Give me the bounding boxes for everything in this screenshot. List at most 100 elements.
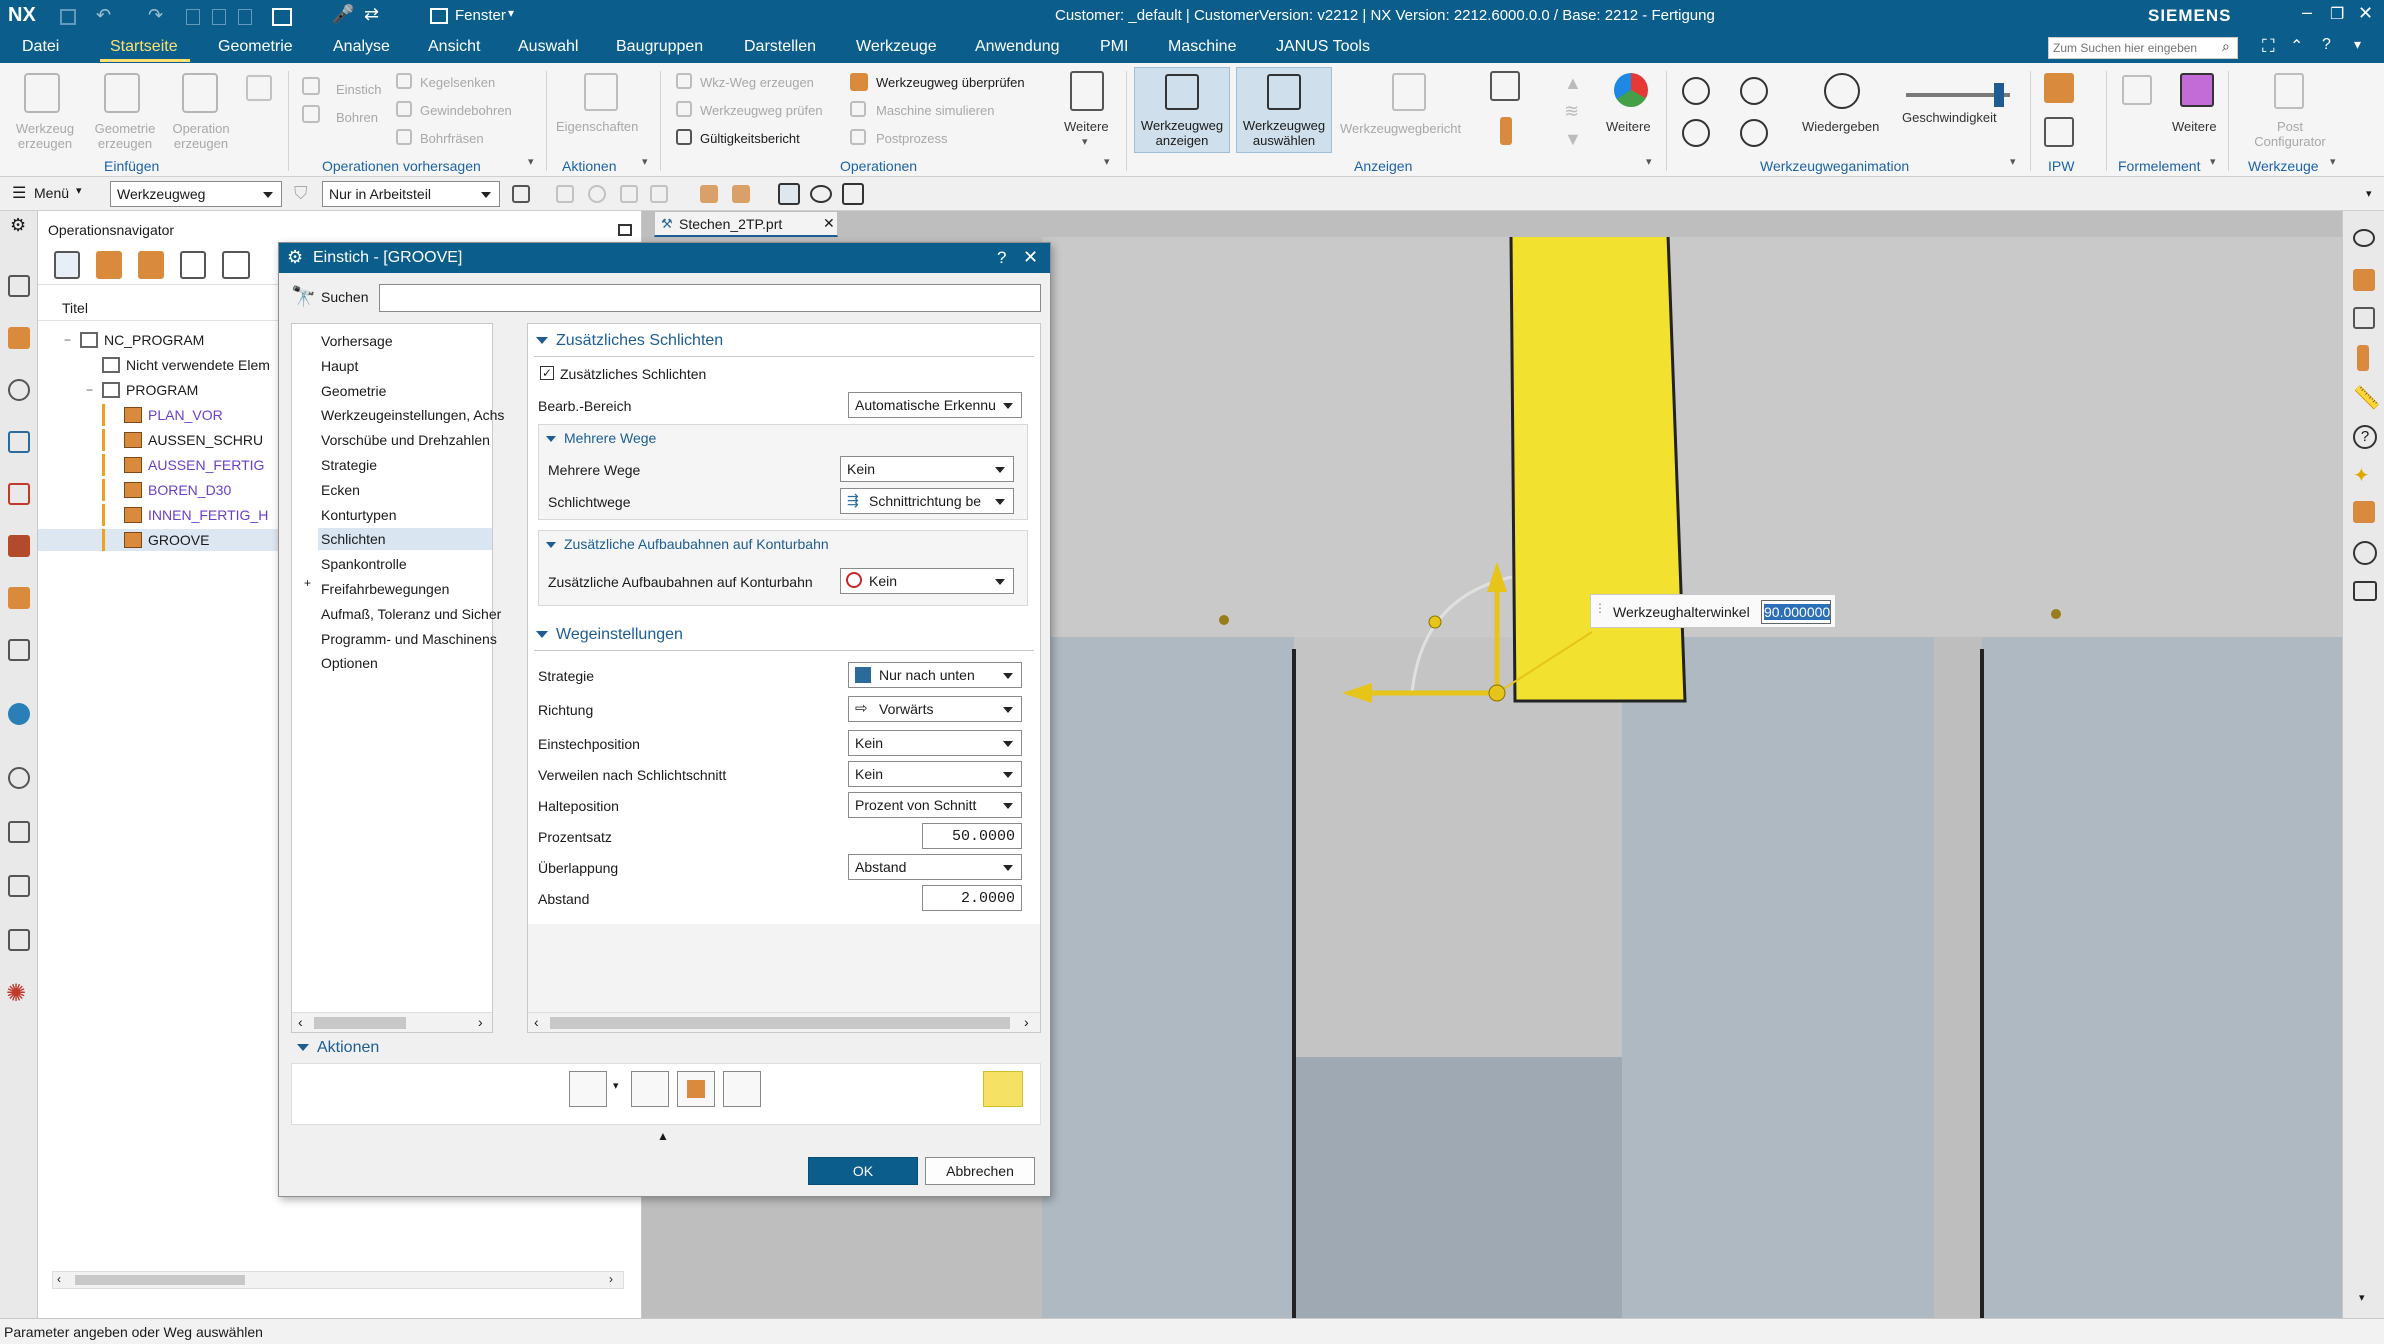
group-expand-chevron-icon[interactable]: ▾: [2210, 155, 2216, 168]
group-expand-chevron-icon[interactable]: ▾: [642, 155, 648, 168]
jump-forward-icon[interactable]: [1740, 119, 1768, 147]
minimize-icon[interactable]: –: [2302, 2, 2312, 23]
gueltigkeitsbericht-button[interactable]: Gültigkeitsbericht: [700, 131, 800, 146]
weitere-button-1[interactable]: Weitere: [1064, 119, 1109, 134]
link-icon[interactable]: ⇄: [364, 4, 379, 25]
weitere-chevron-icon[interactable]: ▾: [1082, 135, 1088, 148]
paste-icon[interactable]: [212, 9, 226, 25]
schlichten-checkbox[interactable]: ✓: [540, 366, 554, 380]
settings-tree-item[interactable]: Aufmaß, Toleranz und Sicher: [321, 603, 501, 625]
maschine-simulieren-button[interactable]: Maschine simulieren: [876, 103, 995, 118]
filter-icon[interactable]: ⛉: [294, 183, 308, 204]
column-title[interactable]: Titel: [62, 300, 88, 316]
wiedergeben-button[interactable]: Wiedergeben: [1802, 119, 1879, 134]
step-back-icon[interactable]: [1682, 77, 1710, 105]
navigator-maximize-icon[interactable]: [618, 224, 632, 236]
einstich-button[interactable]: Einstich: [336, 82, 382, 97]
machine-tool-view-icon[interactable]: [96, 251, 122, 279]
content-hscrollbar[interactable]: ‹ ›: [528, 1012, 1040, 1032]
system-scene-icon[interactable]: ✺: [6, 979, 26, 1008]
geometrie-erzeugen-button[interactable]: Geometrie erzeugen: [86, 121, 164, 151]
tree-collapse-icon[interactable]: −: [86, 379, 93, 401]
snap-point-icon[interactable]: [556, 185, 574, 203]
settings-tree-item[interactable]: Freifahrbewegungen: [321, 578, 449, 600]
menu-pmi[interactable]: PMI: [1100, 38, 1128, 56]
generate-highlight-button[interactable]: [983, 1071, 1023, 1107]
undo-icon[interactable]: ↶: [96, 5, 111, 26]
holder-display-icon[interactable]: [2357, 345, 2369, 371]
history-clock-icon[interactable]: [8, 767, 30, 789]
settings-tree-item[interactable]: Haupt: [321, 355, 358, 377]
ipw-icon[interactable]: [2044, 73, 2074, 103]
machine-tool-navigator-icon[interactable]: [8, 483, 30, 505]
arrow-up-icon[interactable]: ▲: [1564, 73, 1582, 94]
layers-icon[interactable]: ≋: [1564, 101, 1579, 122]
scrollbar-thumb[interactable]: [550, 1017, 1010, 1029]
group-expand-chevron-icon[interactable]: ▾: [2330, 155, 2336, 168]
scroll-right-icon[interactable]: ›: [609, 1272, 613, 1286]
menu-ansicht[interactable]: Ansicht: [428, 38, 480, 56]
generate-path-button[interactable]: [569, 1071, 607, 1107]
help-circle-icon[interactable]: ?: [2353, 425, 2377, 449]
menu-janus-tools[interactable]: JANUS Tools: [1276, 38, 1370, 56]
tooltip-grip-icon[interactable]: ⋮: [1594, 601, 1606, 615]
window-icon[interactable]: [430, 8, 448, 24]
machining-knowledge-icon[interactable]: [8, 875, 30, 897]
group-expand-chevron-icon[interactable]: ▾: [1104, 155, 1110, 168]
scrollbar-thumb[interactable]: [75, 1275, 245, 1285]
group-expand-chevron-icon[interactable]: ▾: [1646, 155, 1652, 168]
snap-intersect-icon[interactable]: [620, 185, 638, 203]
box2-icon[interactable]: [732, 185, 750, 203]
eye-icon[interactable]: [810, 185, 832, 203]
command-search-input[interactable]: [2048, 37, 2238, 59]
settings-tree-item[interactable]: Strategie: [321, 454, 377, 476]
dialog-search-input[interactable]: [379, 284, 1041, 312]
arrow-down-icon[interactable]: ▼: [1564, 129, 1582, 150]
ok-button[interactable]: OK: [808, 1157, 918, 1185]
halteposition-select[interactable]: Prozent von Schnitt: [848, 792, 1022, 818]
menu-maschine[interactable]: Maschine: [1168, 38, 1236, 56]
menu-chevron-icon[interactable]: ▾: [76, 184, 82, 197]
postprozess-button[interactable]: Postprozess: [876, 131, 948, 146]
menu-analyse[interactable]: Analyse: [333, 38, 390, 56]
scope-select[interactable]: Nur in Arbeitsteil: [322, 181, 500, 207]
collapse-ribbon-icon[interactable]: ⌃: [2290, 36, 2303, 56]
settings-tree-item[interactable]: Werkzeugeinstellungen, Achs: [321, 404, 504, 426]
group-expand-chevron-icon[interactable]: ▾: [528, 155, 534, 168]
web-browser-icon[interactable]: [8, 639, 30, 661]
ribbon-options-chevron-icon[interactable]: ▾: [2354, 36, 2361, 53]
dialog-close-icon[interactable]: ✕: [1023, 247, 1038, 268]
menu-startseite[interactable]: Startseite: [110, 38, 178, 56]
program-order-view-icon[interactable]: [54, 251, 80, 279]
weitere-button-3[interactable]: Weitere: [2172, 119, 2217, 134]
menu-datei[interactable]: Datei: [22, 38, 59, 56]
menu-baugruppen[interactable]: Baugruppen: [616, 38, 703, 56]
settings-tree-item[interactable]: Optionen: [321, 652, 378, 674]
weitere-button-2[interactable]: Weitere: [1606, 119, 1651, 134]
jump-back-icon[interactable]: [1682, 119, 1710, 147]
subsection-aufbaubahnen[interactable]: Zusätzliche Aufbaubahnen auf Konturbahn: [546, 536, 829, 552]
delete-icon[interactable]: [238, 9, 252, 25]
wizard-icon[interactable]: ✦: [2353, 463, 2370, 488]
prozentsatz-input[interactable]: 50.0000: [922, 823, 1022, 849]
help-icon[interactable]: ?: [2322, 36, 2331, 54]
search-icon[interactable]: ⌕: [2222, 38, 2230, 55]
werkzeugweg-auswaehlen-button[interactable]: Werkzeugweg auswählen: [1236, 67, 1332, 153]
copy-icon[interactable]: [186, 9, 200, 25]
more-chevron-up-icon[interactable]: ▲: [657, 1129, 669, 1143]
tree-expand-icon[interactable]: +: [304, 576, 311, 590]
cancel-button[interactable]: Abbrechen: [925, 1157, 1035, 1185]
feature-navigator-icon[interactable]: [8, 535, 30, 557]
replay-icon[interactable]: [2353, 541, 2377, 565]
bearb-bereich-select[interactable]: Automatische Erkennu: [848, 392, 1022, 418]
list-path-button[interactable]: [723, 1071, 761, 1107]
measure-icon[interactable]: 📏: [2353, 385, 2380, 411]
settings-tree-item[interactable]: Konturtypen: [321, 504, 397, 526]
section-wegeinstellungen[interactable]: Wegeinstellungen: [536, 626, 683, 644]
strategie-select[interactable]: Nur nach unten: [848, 662, 1022, 688]
verweilen-select[interactable]: Kein: [848, 761, 1022, 787]
scrollbar-thumb[interactable]: [314, 1017, 406, 1029]
scroll-right-icon[interactable]: ›: [1024, 1014, 1029, 1030]
settings-gear-icon[interactable]: ⚙: [10, 215, 26, 236]
fullscreen-icon[interactable]: ⛶: [2262, 36, 2275, 57]
